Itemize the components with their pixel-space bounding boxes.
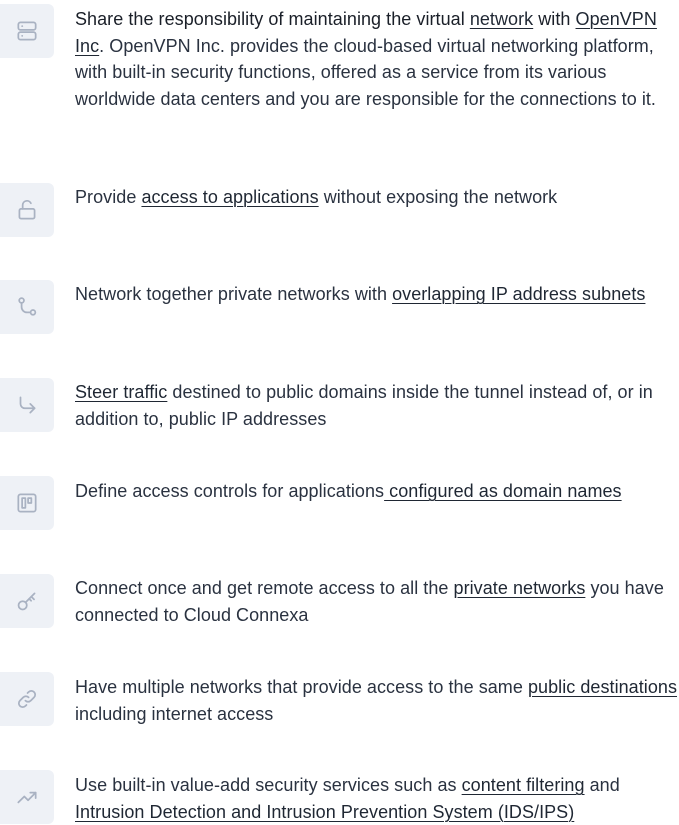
feature-text-part: Provide: [75, 187, 142, 207]
feature-text-part: Network together private networks with: [75, 284, 393, 304]
corner-down-right-icon: [0, 378, 54, 432]
public-destinations-link[interactable]: public destinations: [528, 677, 677, 697]
steer-traffic-link[interactable]: Steer traffic: [75, 382, 167, 402]
feature-text: Network together private networks with o…: [75, 281, 679, 308]
server-icon: [0, 4, 54, 58]
key-icon: [0, 574, 54, 628]
unlock-icon: [0, 183, 54, 237]
feature-text-part: Share the responsibility of maintaining …: [75, 9, 470, 29]
feature-text-part: . OpenVPN Inc. provides the cloud-based …: [75, 35, 656, 109]
feature-text-part: without exposing the network: [318, 187, 558, 207]
feature-text: Connect once and get remote access to al…: [75, 575, 679, 628]
content-filtering-link[interactable]: content filtering: [462, 775, 585, 795]
network-link[interactable]: network: [470, 9, 533, 29]
link-icon: [0, 672, 54, 726]
feature-text: Use built-in value-add security services…: [75, 772, 679, 825]
feature-text-part: with: [533, 9, 576, 29]
feature-text-part: Define access controls for applications: [75, 481, 385, 501]
feature-text-part: and: [584, 775, 620, 795]
feature-text: Provide access to applications without e…: [75, 184, 679, 211]
feature-text: Have multiple networks that provide acce…: [75, 674, 679, 727]
feature-text-part: Use built-in value-add security services…: [75, 775, 462, 795]
ids-ips-link[interactable]: Intrusion Detection and Intrusion Preven…: [75, 802, 574, 822]
overlapping-ip-subnets-link[interactable]: overlapping IP address subnets: [392, 284, 645, 304]
feature-text-part: including internet access: [75, 703, 274, 724]
feature-text-part: Connect once and get remote access to al…: [75, 578, 454, 598]
private-networks-link[interactable]: private networks: [454, 578, 586, 598]
feature-text: Steer traffic destined to public domains…: [75, 379, 679, 432]
route-icon: [0, 280, 54, 334]
access-to-applications-link[interactable]: access to applications: [141, 187, 318, 207]
configured-as-domain-names-link[interactable]: configured as domain names: [384, 481, 622, 501]
feature-text-part: Have multiple networks that provide acce…: [75, 677, 528, 697]
feature-text: Share the responsibility of maintaining …: [75, 6, 679, 112]
trending-up-icon: [0, 770, 54, 824]
feature-text: Define access controls for applications …: [75, 478, 679, 505]
board-icon: [0, 476, 54, 530]
